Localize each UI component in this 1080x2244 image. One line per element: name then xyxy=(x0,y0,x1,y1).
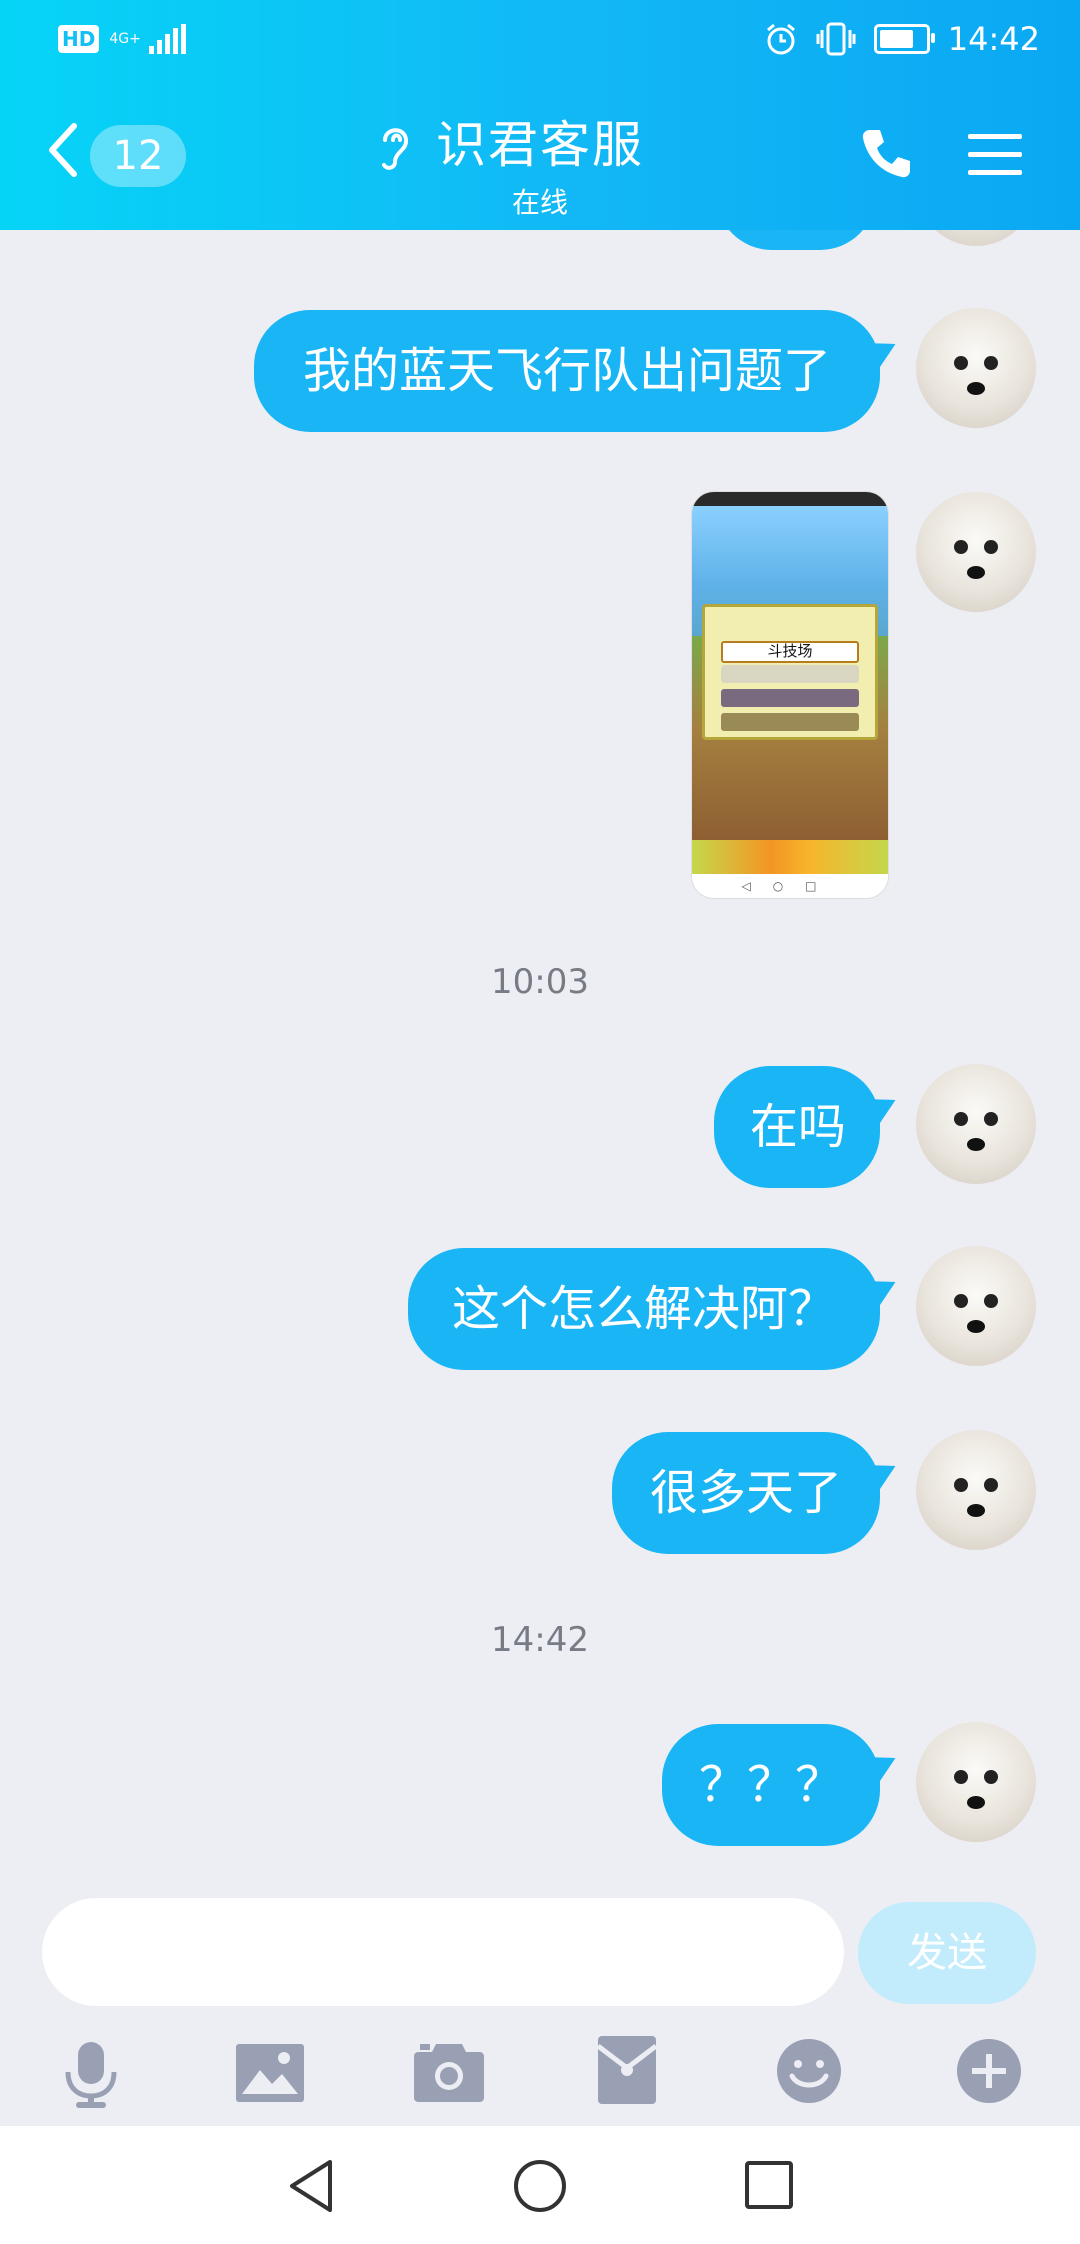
send-button[interactable]: 发送 xyxy=(858,1902,1036,2004)
menu-icon[interactable] xyxy=(968,132,1022,178)
avatar[interactable] xyxy=(916,1246,1036,1366)
alarm-icon xyxy=(766,23,795,55)
emoji-icon[interactable] xyxy=(776,2038,842,2104)
image-row xyxy=(721,713,859,731)
nav-back-icon[interactable] xyxy=(286,2158,336,2214)
battery-icon xyxy=(873,24,935,54)
nav-home-icon[interactable] xyxy=(512,2158,568,2214)
title-block[interactable]: 识君客服 在线 xyxy=(0,105,1080,221)
phone-icon[interactable] xyxy=(860,126,914,180)
message-input[interactable] xyxy=(42,1898,844,2006)
status-right: 14:42 xyxy=(764,20,1040,58)
camera-icon[interactable] xyxy=(414,2040,484,2102)
timestamp: 14:42 xyxy=(491,1620,589,1660)
image-button-bar xyxy=(692,840,888,874)
message-bubble[interactable]: 我的蓝天飞行队出问题了 xyxy=(254,310,880,432)
system-nav-bar xyxy=(0,2126,1080,2244)
status-left: HD 4G+ xyxy=(58,24,187,54)
image-row-title: 斗技场 xyxy=(721,641,859,663)
image-status-bar xyxy=(692,492,888,506)
status-time: 14:42 xyxy=(947,20,1040,58)
image-row xyxy=(721,665,859,683)
plus-icon[interactable] xyxy=(956,2038,1022,2104)
network-label: 4G+ xyxy=(109,31,141,47)
vibrate-icon xyxy=(816,22,856,56)
image-panel: 斗技场 xyxy=(702,604,878,740)
chat-header: HD 4G+ 14:42 12 识君客服 在线 xyxy=(0,0,1080,230)
message-bubble[interactable]: ？？？ xyxy=(662,1724,880,1846)
image-icon[interactable] xyxy=(236,2044,304,2102)
online-status: 在线 xyxy=(511,186,568,219)
status-bar: HD 4G+ 14:42 xyxy=(0,18,1080,62)
hd-badge: HD xyxy=(58,25,100,53)
image-nav-bar: ◁○□ xyxy=(692,874,888,898)
avatar[interactable] xyxy=(916,492,1036,612)
avatar[interactable] xyxy=(916,1430,1036,1550)
signal-icon xyxy=(148,24,186,54)
avatar[interactable] xyxy=(916,1722,1036,1842)
message-bubble[interactable]: 很多天了 xyxy=(612,1432,880,1554)
timestamp: 10:03 xyxy=(491,962,589,1002)
avatar[interactable] xyxy=(916,308,1036,428)
page-title: 识君客服 xyxy=(436,116,644,174)
avatar[interactable] xyxy=(916,1064,1036,1184)
message-bubble[interactable]: 这个怎么解决阿？ xyxy=(408,1248,880,1370)
red-packet-icon[interactable] xyxy=(598,2036,656,2104)
microphone-icon[interactable] xyxy=(62,2040,120,2110)
shared-image[interactable]: 斗技场 ◁○□ xyxy=(692,492,888,898)
image-row xyxy=(721,689,859,707)
message-bubble[interactable]: 在吗 xyxy=(714,1066,880,1188)
nav-recents-icon[interactable] xyxy=(744,2160,794,2210)
